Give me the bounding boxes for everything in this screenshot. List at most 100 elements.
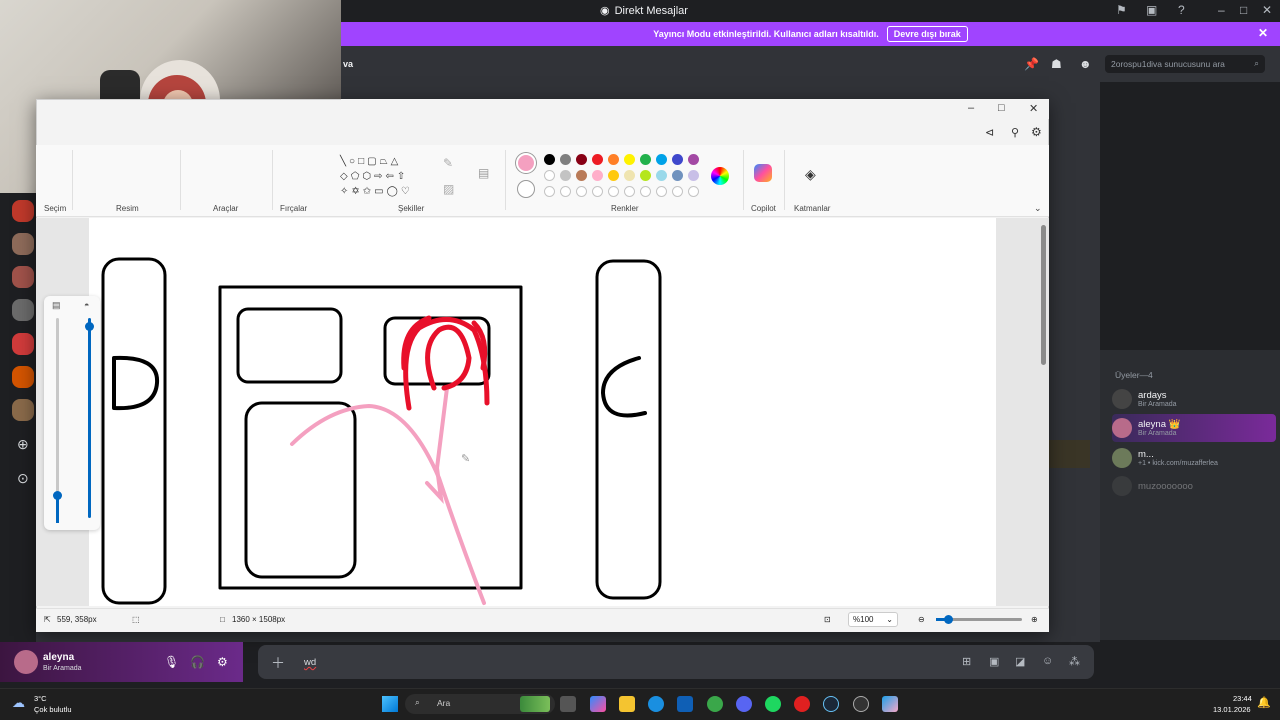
edit-colors-icon[interactable] bbox=[711, 167, 729, 185]
add-friend-icon[interactable]: ☗ bbox=[1051, 57, 1062, 71]
brushes-icon[interactable]: ▤ bbox=[478, 166, 489, 180]
close-icon[interactable]: ✕ bbox=[1262, 3, 1272, 17]
settings-icon[interactable]: ⚙ bbox=[217, 655, 228, 669]
color-swatch[interactable] bbox=[592, 154, 603, 165]
empty-swatch[interactable] bbox=[576, 186, 587, 197]
star6-icon[interactable]: ✡ bbox=[351, 186, 362, 197]
server-icon[interactable] bbox=[12, 200, 34, 222]
paint-icon[interactable] bbox=[882, 696, 898, 712]
headphones-icon[interactable]: 🎧 bbox=[190, 655, 205, 669]
speech-icon[interactable]: ◯ bbox=[387, 186, 401, 197]
ribbon-label-layers[interactable]: Katmanlar bbox=[794, 204, 830, 213]
empty-swatch[interactable] bbox=[656, 186, 667, 197]
color-swatch[interactable] bbox=[544, 170, 555, 181]
empty-swatch[interactable] bbox=[688, 186, 699, 197]
start-icon[interactable] bbox=[382, 696, 398, 712]
edge-icon[interactable] bbox=[648, 696, 664, 712]
minimize-icon[interactable]: – bbox=[1218, 3, 1225, 17]
oval-icon[interactable]: ○ bbox=[349, 156, 358, 167]
pin-icon[interactable]: 📌 bbox=[1024, 57, 1039, 71]
chrome-icon[interactable] bbox=[707, 696, 723, 712]
color-swatch[interactable] bbox=[608, 154, 619, 165]
chevron-down-icon[interactable]: ⌄ bbox=[1034, 203, 1042, 214]
ribbon-label-shapes[interactable]: Şekiller bbox=[398, 204, 424, 213]
ribbon-label-brushes[interactable]: Fırçalar bbox=[280, 204, 307, 213]
monitor-icon[interactable]: ▣ bbox=[1146, 3, 1157, 17]
rectangle-icon[interactable]: □ bbox=[358, 156, 367, 167]
color-swatch[interactable] bbox=[672, 170, 683, 181]
widget-icon[interactable] bbox=[520, 696, 550, 712]
color-swatch[interactable] bbox=[576, 154, 587, 165]
ribbon-label-selection[interactable]: Seçim bbox=[44, 204, 66, 213]
empty-swatch[interactable] bbox=[624, 186, 635, 197]
fill-icon[interactable]: ▨ bbox=[443, 182, 454, 196]
color-2-swatch[interactable] bbox=[517, 180, 535, 198]
ribbon-label-copilot[interactable]: Copilot bbox=[751, 204, 776, 213]
settings-icon[interactable]: ⚙ bbox=[1031, 125, 1042, 139]
server-icon[interactable] bbox=[12, 366, 34, 388]
maximize-icon[interactable]: □ bbox=[998, 102, 1005, 114]
outline-icon[interactable]: ✎ bbox=[443, 156, 453, 170]
color-swatch[interactable] bbox=[560, 154, 571, 165]
add-attachment-icon[interactable]: ＋ bbox=[271, 653, 285, 673]
notification-icon[interactable]: 🔔 bbox=[1257, 696, 1271, 709]
member-item[interactable]: aleyna 👑 Bir Aramada bbox=[1112, 414, 1276, 442]
maximize-icon[interactable]: □ bbox=[1240, 3, 1247, 17]
account-icon[interactable]: ⚲ bbox=[1011, 126, 1019, 139]
zoom-select[interactable]: %100 ⌄ bbox=[848, 612, 898, 627]
heart-icon[interactable]: ♡ bbox=[401, 186, 413, 197]
star5-icon[interactable]: ✩ bbox=[363, 186, 374, 197]
empty-swatch[interactable] bbox=[544, 186, 555, 197]
zoom-slider-thumb[interactable] bbox=[944, 615, 953, 624]
hexagon-icon[interactable]: ⬡ bbox=[362, 171, 374, 182]
color-swatch[interactable] bbox=[592, 170, 603, 181]
empty-swatch[interactable] bbox=[640, 186, 651, 197]
polygon-icon[interactable]: ⏢ bbox=[380, 156, 391, 167]
gift-icon[interactable]: ⊞ bbox=[962, 655, 971, 668]
arrow-left-icon[interactable]: ⇦ bbox=[386, 171, 397, 182]
ribbon-label-colors[interactable]: Renkler bbox=[611, 204, 639, 213]
color-swatch[interactable] bbox=[560, 170, 571, 181]
opacity-thumb[interactable] bbox=[85, 322, 94, 331]
ribbon-label-tools[interactable]: Araçlar bbox=[213, 204, 238, 213]
zoom-out-icon[interactable]: ⊖ bbox=[918, 615, 925, 624]
color-swatch[interactable] bbox=[656, 170, 667, 181]
color-swatch[interactable] bbox=[640, 170, 651, 181]
server-icon[interactable] bbox=[12, 266, 34, 288]
color-1-swatch[interactable] bbox=[516, 153, 536, 173]
add-server-icon[interactable]: ⊕ bbox=[17, 436, 29, 453]
steam-icon[interactable] bbox=[823, 696, 839, 712]
share-icon[interactable]: ⊲ bbox=[985, 126, 994, 139]
spotify-icon[interactable] bbox=[765, 696, 781, 712]
weather-icon[interactable]: ☁ bbox=[12, 695, 25, 711]
layers-icon[interactable]: ◈ bbox=[805, 166, 816, 183]
disable-streamer-mode-button[interactable]: Devre dışı bırak bbox=[886, 26, 968, 42]
empty-swatch[interactable] bbox=[672, 186, 683, 197]
apps-icon[interactable]: ⁂ bbox=[1069, 655, 1080, 668]
store-icon[interactable] bbox=[677, 696, 693, 712]
avatar[interactable] bbox=[14, 650, 38, 674]
color-swatch[interactable] bbox=[544, 154, 555, 165]
triangle-icon[interactable]: △ bbox=[391, 156, 402, 167]
shapes-gallery[interactable]: ╲○□▢⏢△ ◇⬠⬡⇨⇦⇧ ✧✡✩▭◯♡ bbox=[340, 154, 430, 197]
star-icon[interactable]: ✧ bbox=[340, 186, 351, 197]
search-input[interactable]: 2orospu1diva sunucusunu ara ⌕ bbox=[1105, 55, 1265, 73]
diamond-icon[interactable]: ◇ bbox=[340, 171, 351, 182]
zoom-in-icon[interactable]: ⊕ bbox=[1031, 615, 1038, 624]
fit-screen-icon[interactable]: ⊡ bbox=[824, 615, 831, 624]
server-icon[interactable] bbox=[12, 233, 34, 255]
members-icon[interactable]: ☻ bbox=[1079, 57, 1092, 71]
server-icon[interactable] bbox=[12, 399, 34, 421]
opacity-slider[interactable] bbox=[88, 318, 91, 518]
app-icon[interactable] bbox=[794, 696, 810, 712]
minimize-icon[interactable]: – bbox=[968, 102, 974, 114]
brush-size-slider[interactable] bbox=[56, 318, 59, 518]
callout-icon[interactable]: ▭ bbox=[374, 186, 386, 197]
color-swatch[interactable] bbox=[688, 170, 699, 181]
emoji-icon[interactable]: ☺ bbox=[1042, 655, 1053, 667]
drawing-canvas[interactable]: ✎ bbox=[89, 218, 996, 606]
line-icon[interactable]: ╲ bbox=[340, 156, 349, 167]
member-item[interactable]: m... +1 • kick.com/muzafferlea bbox=[1112, 444, 1276, 472]
color-swatch[interactable] bbox=[608, 170, 619, 181]
empty-swatch[interactable] bbox=[608, 186, 619, 197]
